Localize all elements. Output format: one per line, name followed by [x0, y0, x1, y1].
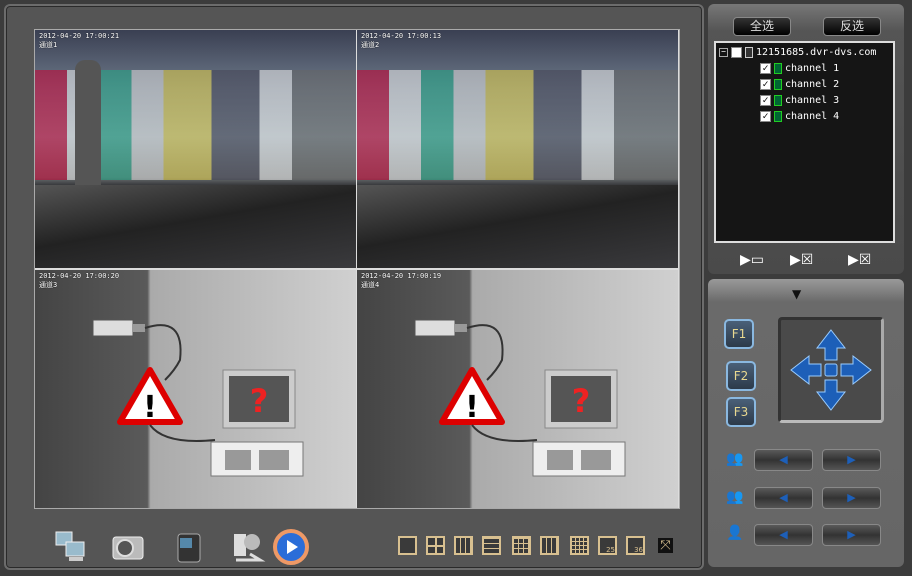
timestamp: 2012-04-20 17:00:13	[361, 32, 442, 40]
ptz-left-icon	[790, 354, 822, 386]
no-signal-icon: ! ?	[92, 319, 304, 477]
zoom-out-button[interactable]: ◀	[754, 449, 813, 471]
channel-checkbox[interactable]: ✓	[760, 78, 771, 90]
timestamp: 2012-04-20 17:00:19	[361, 272, 442, 280]
media-player-icon[interactable]	[272, 528, 310, 566]
svg-text:!: !	[465, 390, 479, 425]
close-video-icon[interactable]: ▶☒	[790, 252, 813, 268]
layout-9-button[interactable]	[512, 536, 531, 555]
channel-icon	[774, 62, 782, 74]
tree-channel-1[interactable]: ✓ channel 1	[760, 61, 839, 75]
webcam-icon[interactable]	[228, 528, 266, 566]
osd: 2012-04-20 17:00:20 通道3	[39, 272, 119, 290]
focus-icon: 👥	[726, 489, 744, 505]
ptz-panel: ▼ F1 F2 F3 👥 ◀ ▶ 👥 ◀ ▶ 👤 ◀ ▶	[708, 279, 904, 567]
channel-checkbox[interactable]: ✓	[760, 94, 771, 106]
fullscreen-button[interactable]: ⤧	[656, 536, 675, 555]
svg-text:!: !	[143, 390, 157, 425]
iris-close-button[interactable]: ◀	[754, 524, 813, 546]
osd: 2012-04-20 17:00:21 通道1	[39, 32, 119, 50]
focus-near-button[interactable]: ◀	[754, 487, 813, 509]
osd: 2012-04-20 17:00:13 通道2	[361, 32, 441, 50]
f1-button[interactable]: F1	[724, 319, 754, 349]
ptz-up-icon	[815, 329, 847, 361]
ptz-down-icon	[815, 379, 847, 411]
collapse-panel-icon[interactable]: ▼	[792, 287, 801, 301]
device-tree: − 12151685.dvr-dvs.com ✓ channel 1 ✓ chann…	[714, 41, 895, 243]
iris-open-button[interactable]: ▶	[822, 524, 881, 546]
ptz-direction-pad	[778, 317, 884, 423]
timestamp: 2012-04-20 17:00:21	[39, 32, 120, 40]
video-camcorder-icon[interactable]	[170, 528, 208, 566]
channel-label: 通道3	[39, 281, 58, 289]
channel-label: channel 2	[785, 78, 840, 90]
layout-1-button[interactable]	[398, 536, 417, 555]
tree-channel-4[interactable]: ✓ channel 4	[760, 109, 839, 123]
collapse-icon[interactable]: −	[719, 47, 728, 57]
tree-device-node[interactable]: − 12151685.dvr-dvs.com	[719, 45, 876, 59]
close-all-video-icon[interactable]: ▶☒	[848, 252, 871, 268]
svg-text:?: ?	[572, 382, 591, 420]
video-grid: 2012-04-20 17:00:21 通道1 2012-04-20 17:00:…	[34, 29, 680, 509]
video-channel-1[interactable]: 2012-04-20 17:00:21 通道1	[35, 30, 356, 268]
no-signal-icon: ! ?	[414, 319, 626, 477]
channel-icon	[774, 94, 782, 106]
layout-8-button[interactable]	[482, 536, 501, 555]
zoom-icon: 👥	[726, 451, 744, 467]
tree-channel-2[interactable]: ✓ channel 2	[760, 77, 839, 91]
layout-4-button[interactable]	[426, 536, 445, 555]
device-checkbox[interactable]	[731, 46, 742, 58]
tree-channel-3[interactable]: ✓ channel 3	[760, 93, 839, 107]
channel-icon	[774, 78, 782, 90]
layout-36-button[interactable]: 36	[626, 536, 645, 555]
iris-icon: 👤	[726, 525, 744, 541]
network-computers-icon[interactable]	[52, 528, 90, 566]
layout-16-button[interactable]	[570, 536, 589, 555]
channel-label: 通道4	[361, 281, 380, 289]
channel-label: channel 4	[785, 110, 840, 122]
channel-label: channel 3	[785, 94, 840, 106]
camera-snapshot-icon[interactable]	[110, 528, 148, 566]
svg-text:?: ?	[250, 382, 269, 420]
f2-button[interactable]: F2	[726, 361, 756, 391]
device-label: 12151685.dvr-dvs.com	[756, 46, 877, 58]
open-video-icon[interactable]: ▶▭	[740, 252, 764, 268]
ptz-center-icon	[824, 363, 838, 377]
osd: 2012-04-20 17:00:19 通道4	[361, 272, 441, 290]
dvr-icon	[745, 46, 753, 58]
channel-label: 通道2	[361, 41, 380, 49]
channel-label: 通道1	[39, 41, 58, 49]
device-panel: 全选 反选 − 12151685.dvr-dvs.com ✓ channel 1 …	[708, 4, 904, 274]
channel-checkbox[interactable]: ✓	[760, 62, 771, 74]
video-channel-4[interactable]: ! ? 2012-04-20 17:00:19 通道4	[357, 270, 678, 508]
select-all-button[interactable]: 全选	[733, 17, 791, 36]
f3-button[interactable]: F3	[726, 397, 756, 427]
layout-25-button[interactable]: 25	[598, 536, 617, 555]
channel-label: channel 1	[785, 62, 840, 74]
layout-13-button[interactable]	[540, 536, 559, 555]
focus-far-button[interactable]: ▶	[822, 487, 881, 509]
video-channel-2[interactable]: 2012-04-20 17:00:13 通道2	[357, 30, 678, 268]
video-channel-3[interactable]: ! ? 2012-04-20 17:00:20 通道3	[35, 270, 356, 508]
zoom-in-button[interactable]: ▶	[822, 449, 881, 471]
layout-25-label: 25	[606, 546, 615, 554]
ptz-right-icon	[840, 354, 872, 386]
invert-selection-button[interactable]: 反选	[823, 17, 881, 36]
channel-checkbox[interactable]: ✓	[760, 110, 771, 122]
layout-6-button[interactable]	[454, 536, 473, 555]
timestamp: 2012-04-20 17:00:20	[39, 272, 120, 280]
layout-36-label: 36	[634, 546, 643, 554]
main-frame: 2012-04-20 17:00:21 通道1 2012-04-20 17:00:…	[4, 4, 704, 570]
channel-icon	[774, 110, 782, 122]
